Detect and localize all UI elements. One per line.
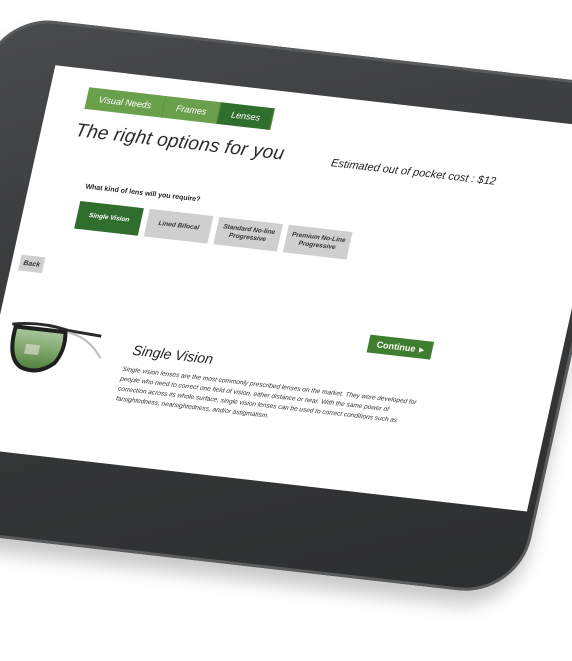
lens-info-title: Single Vision xyxy=(131,342,215,367)
tab-visual-needs[interactable]: Visual Needs xyxy=(84,87,167,118)
lens-info-text: Single vision lenses are the most common… xyxy=(115,365,418,425)
back-button[interactable]: Back xyxy=(18,254,46,274)
lens-question: What kind of lens will you require? xyxy=(84,183,201,204)
eyeglasses-icon xyxy=(10,321,102,373)
option-single-vision[interactable]: Single Vision xyxy=(74,200,144,236)
option-premium-progressive[interactable]: Premium No-Line Progressive xyxy=(282,224,353,260)
tablet-device: Visual Needs Frames Lenses The right opt… xyxy=(0,0,572,661)
tab-lenses[interactable]: Lenses xyxy=(216,102,276,131)
continue-label: Continue xyxy=(375,339,417,354)
tablet-screen: Visual Needs Frames Lenses The right opt… xyxy=(0,65,572,512)
option-standard-progressive[interactable]: Standard No-line Progressive xyxy=(213,216,283,252)
option-lined-bifocal[interactable]: Lined Bifocal xyxy=(143,208,214,244)
estimated-cost: Estimated out of pocket cost : $12 xyxy=(329,157,498,188)
lens-options: Single Vision Lined Bifocal Standard No-… xyxy=(74,200,353,260)
tab-frames[interactable]: Frames xyxy=(161,96,222,124)
continue-button[interactable]: Continue ▸ xyxy=(366,334,435,360)
chevron-right-icon: ▸ xyxy=(418,343,426,355)
